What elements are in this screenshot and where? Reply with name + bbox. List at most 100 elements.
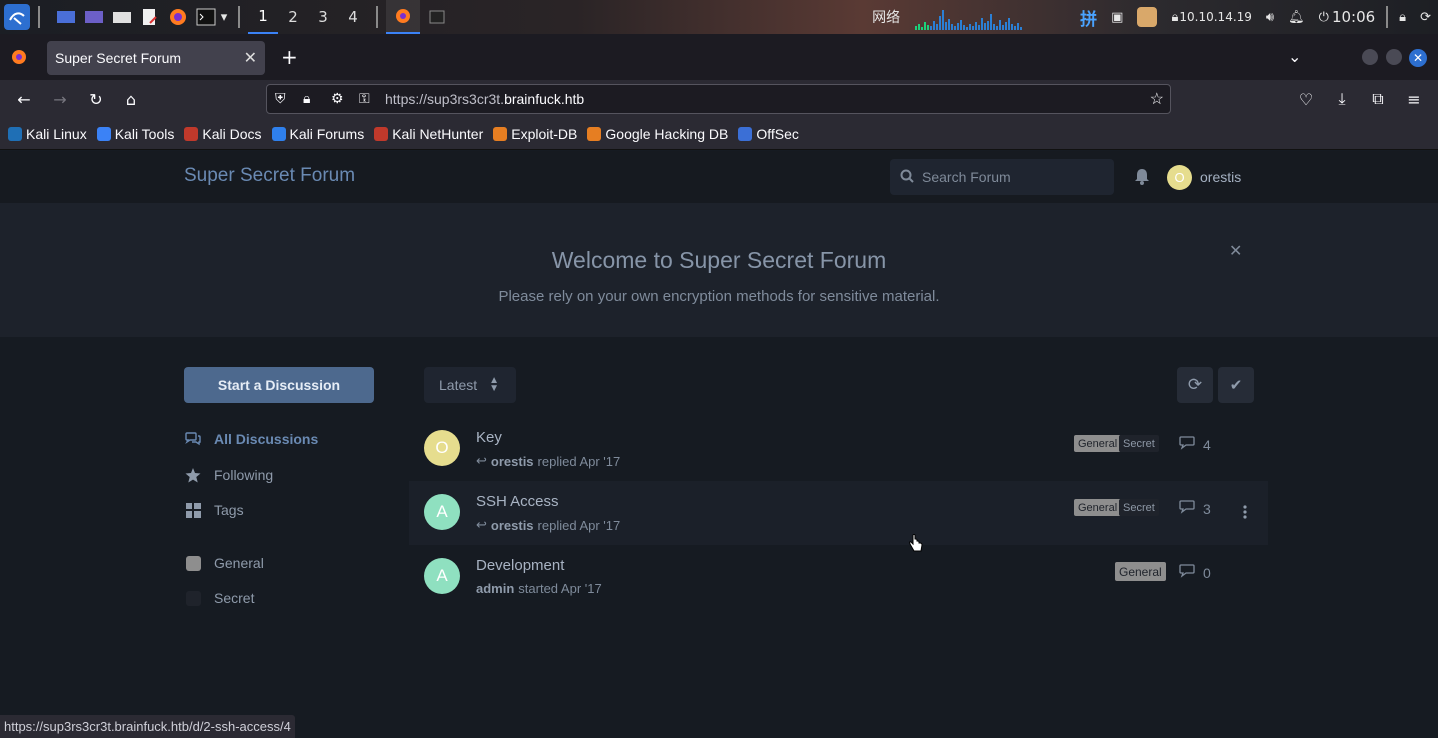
bookmark-star-icon[interactable]: ☆ <box>1150 89 1164 109</box>
refresh-button[interactable]: ⟳ <box>1177 367 1213 403</box>
bookmark-kali-nethunter[interactable]: Kali NetHunter <box>374 126 483 142</box>
discussion-title[interactable]: Key <box>476 429 502 446</box>
avatar[interactable]: O <box>1167 165 1192 190</box>
reload-icon[interactable]: ↻ <box>86 89 106 109</box>
power-icon[interactable]: ⏻ <box>1319 10 1329 25</box>
forward-icon[interactable]: → <box>50 89 70 109</box>
discussion-row-ssh-access[interactable]: A SSH Access ↩ orestis replied Apr '17 G… <box>409 481 1268 545</box>
lock-icon[interactable]: 🔒︎ <box>303 90 310 107</box>
discussion-row-key[interactable]: O Key ↩ orestis replied Apr '17 General … <box>409 417 1268 481</box>
downloads-icon[interactable]: ⤓ <box>1332 89 1352 109</box>
close-window-icon[interactable]: ✕ <box>1409 49 1427 67</box>
search-icon <box>900 169 914 186</box>
firefox-icon[interactable] <box>168 7 188 27</box>
terminal-icon[interactable] <box>196 7 216 27</box>
mark-all-read-button[interactable]: ✔ <box>1218 367 1254 403</box>
new-tab-icon[interactable]: + <box>281 45 298 69</box>
notification-bell-icon[interactable]: 🔔︎ <box>1288 10 1305 25</box>
bookmark-google-hacking-db[interactable]: Google Hacking DB <box>587 126 728 142</box>
tag-badge-secret[interactable]: Secret <box>1119 499 1159 516</box>
sidebar-label: All Discussions <box>214 431 319 447</box>
close-icon[interactable]: ✕ <box>1229 241 1242 261</box>
discussion-user[interactable]: admin <box>476 581 514 596</box>
sort-dropdown[interactable]: Latest ▲ ▼ <box>424 367 516 403</box>
discussion-title[interactable]: SSH Access <box>476 493 559 510</box>
text-editor-icon[interactable] <box>140 7 160 27</box>
tag-badge-general[interactable]: General <box>1115 562 1166 581</box>
sidebar-item-tag-secret[interactable]: Secret <box>184 590 254 606</box>
list-all-tabs-icon[interactable]: ⌄ <box>1288 47 1301 66</box>
extensions-icon[interactable]: ⧉ <box>1368 89 1388 109</box>
screen-icon[interactable] <box>84 7 104 27</box>
bookmark-exploit-db[interactable]: Exploit-DB <box>493 126 577 142</box>
tag-badge-general[interactable]: General <box>1074 499 1122 516</box>
maximize-icon[interactable] <box>1386 49 1402 65</box>
comments-icon <box>184 432 202 446</box>
avatar[interactable]: A <box>424 558 460 594</box>
lock-screen-icon[interactable]: 🔒︎ <box>1399 10 1406 25</box>
bookmark-label: Kali NetHunter <box>392 125 484 142</box>
hero-title: Welcome to Super Secret Forum <box>551 247 887 273</box>
bookmark-kali-linux[interactable]: Kali Linux <box>8 126 87 142</box>
more-options-icon[interactable] <box>1243 505 1247 524</box>
network-label[interactable]: 网络 <box>872 7 900 27</box>
user-menu-name[interactable]: orestis <box>1200 169 1241 185</box>
shield-icon[interactable]: ⛨ <box>275 90 286 107</box>
browser-navbar: ← → ↻ ⌂ ⛨ 🔒︎ ⚙ ⚿ https://sup3rs3cr3t. bra… <box>0 80 1438 118</box>
avatar[interactable]: O <box>424 430 460 466</box>
menu-icon[interactable]: ≡ <box>1404 89 1424 109</box>
home-icon[interactable]: ⌂ <box>121 89 141 109</box>
avatar[interactable]: A <box>424 494 460 530</box>
start-discussion-button[interactable]: Start a Discussion <box>184 367 374 403</box>
url-prefix: https://sup3rs3cr3t. <box>385 91 505 107</box>
input-method-indicator[interactable]: 拼 <box>1080 5 1097 30</box>
sidebar-item-all-discussions[interactable]: All Discussions <box>184 431 318 447</box>
volume-icon[interactable]: 🔊︎ <box>1266 10 1274 25</box>
active-tab[interactable]: Super Secret Forum ✕ <box>47 41 265 75</box>
window-icon[interactable]: ▣ <box>1111 10 1123 25</box>
sidebar-item-tag-general[interactable]: General <box>184 555 264 571</box>
discussion-user[interactable]: orestis <box>491 518 534 533</box>
bookmark-kali-docs[interactable]: Kali Docs <box>184 126 262 142</box>
close-tab-icon[interactable]: ✕ <box>244 48 257 68</box>
files-icon[interactable] <box>112 7 132 27</box>
forum-title-link[interactable]: Super Secret Forum <box>184 165 355 187</box>
bookmark-kali-tools[interactable]: Kali Tools <box>96 126 174 142</box>
bookmark-favicon-icon <box>374 126 389 141</box>
hand-cursor-icon <box>908 534 924 558</box>
minimize-icon[interactable] <box>1362 49 1378 65</box>
task-firefox[interactable] <box>386 0 420 34</box>
key-icon[interactable]: ⚿ <box>359 90 370 107</box>
bookmark-kali-forums[interactable]: Kali Forums <box>271 126 364 142</box>
bookmark-offsec[interactable]: OffSec <box>738 126 799 142</box>
notifications-bell-icon[interactable] <box>1134 168 1150 190</box>
sidebar-label: Tags <box>214 502 244 518</box>
workspace-2[interactable]: 2 <box>278 0 308 34</box>
comment-icon <box>1179 564 1195 581</box>
sidebar-item-tags[interactable]: Tags <box>184 502 244 518</box>
sort-label: Latest <box>439 377 478 393</box>
discussion-action: replied Apr '17 <box>537 517 621 533</box>
pocket-icon[interactable]: ♡ <box>1296 89 1316 109</box>
discussion-action: started Apr '17 <box>518 581 602 596</box>
kali-menu-icon[interactable] <box>4 4 30 30</box>
chevron-down-icon[interactable]: ▾ <box>218 7 230 27</box>
back-icon[interactable]: ← <box>14 89 34 109</box>
workspace-1[interactable]: 1 <box>248 0 278 34</box>
search-input[interactable]: Search Forum <box>890 159 1114 195</box>
tag-badge-general[interactable]: General <box>1074 435 1122 452</box>
workspace-4[interactable]: 4 <box>338 0 368 34</box>
tag-badge-secret[interactable]: Secret <box>1119 435 1159 452</box>
workspace-3[interactable]: 3 <box>308 0 338 34</box>
firefox-view-icon[interactable] <box>11 49 27 69</box>
discussion-row-development[interactable]: A Development admin started Apr '17 Gene… <box>409 545 1268 609</box>
discussion-user[interactable]: orestis <box>491 454 534 469</box>
desktop-icon[interactable] <box>56 7 76 27</box>
sidebar-item-following[interactable]: Following <box>184 467 273 483</box>
logout-icon[interactable]: ⟳ <box>1420 10 1431 25</box>
discussion-title[interactable]: Development <box>476 557 564 574</box>
comment-icon <box>1179 500 1195 517</box>
permissions-icon[interactable]: ⚙ <box>331 90 344 107</box>
url-bar[interactable]: ⛨ 🔒︎ ⚙ ⚿ https://sup3rs3cr3t. brainfuck.h… <box>266 84 1171 114</box>
task-terminal[interactable] <box>420 0 454 34</box>
